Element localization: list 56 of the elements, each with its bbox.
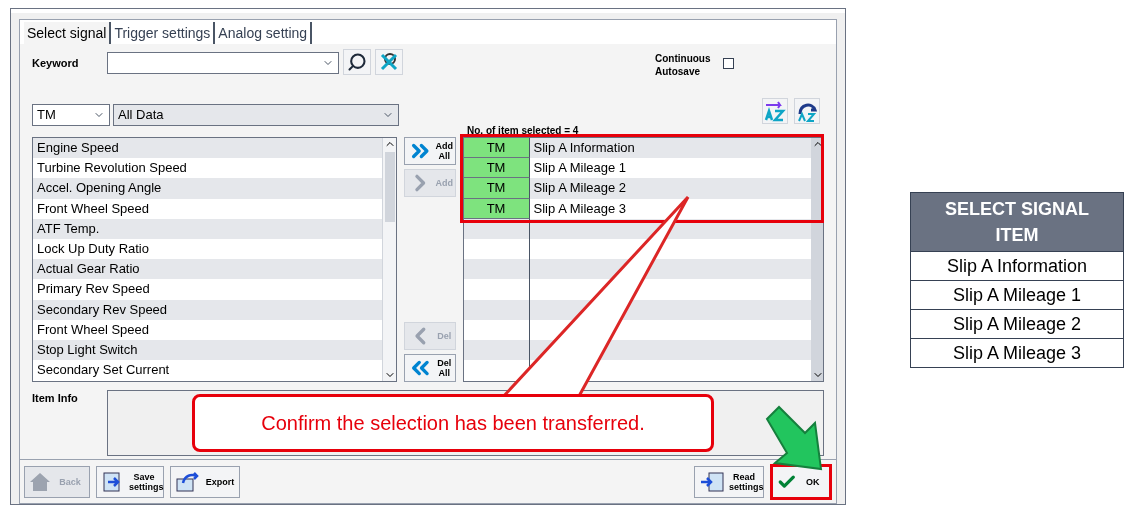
keyword-field[interactable] xyxy=(107,52,339,74)
callout: Confirm the selection has been transferred. xyxy=(192,394,714,452)
selected-signal-item[interactable]: Slip A Mileage 1 xyxy=(529,158,811,179)
signal-list-item[interactable]: Primary Rev Speed xyxy=(33,279,383,300)
scrollbar-thumb[interactable] xyxy=(384,152,395,222)
sort-ascending-button[interactable] xyxy=(762,98,788,124)
tab[interactable]: Trigger settings xyxy=(111,22,216,44)
selected-signal-item[interactable]: Slip A Mileage 2 xyxy=(529,178,811,199)
scrollbar[interactable] xyxy=(811,138,823,381)
transfer-button[interactable]: Add All xyxy=(403,137,456,165)
clear-search-icon xyxy=(379,52,399,72)
scrollbar[interactable] xyxy=(382,138,397,381)
signal-list-item[interactable]: Actual Gear Ratio xyxy=(33,259,383,280)
system-cell: TM xyxy=(463,158,530,179)
search-button[interactable] xyxy=(343,49,371,75)
signal-list-item[interactable]: ATF Temp. xyxy=(33,218,383,239)
table-cell: Slip A Mileage 2 xyxy=(911,309,1123,338)
table-cell: Slip A Information xyxy=(911,251,1123,280)
table-cell: Slip A Mileage 1 xyxy=(911,280,1123,309)
tab[interactable]: Select signal xyxy=(24,22,112,44)
signal-list-item[interactable]: Front Wheel Speed xyxy=(33,198,383,219)
category-dropdown[interactable]: TM xyxy=(32,104,110,126)
system-cell: TM xyxy=(463,198,530,219)
signal-list-item[interactable]: Secondary Set Current xyxy=(33,360,383,381)
selected-signal-item[interactable]: Slip A Mileage 3 xyxy=(529,198,811,219)
table-header: SELECT SIGNAL ITEM xyxy=(911,193,1123,251)
autosave-checkbox[interactable] xyxy=(723,58,734,69)
signal-list-item[interactable]: Lock Up Duty Ratio xyxy=(33,238,383,260)
field-label: Keyword xyxy=(32,56,80,71)
selection-count: No. of item selected = 4 xyxy=(467,124,579,136)
system-cell: TM xyxy=(463,138,530,159)
export-icon xyxy=(175,470,201,493)
signal-list-item[interactable]: Front Wheel Speed xyxy=(33,319,383,340)
footer-button[interactable]: Save settings xyxy=(96,465,164,498)
tab[interactable]: Analog setting xyxy=(215,22,313,44)
signal-list-item[interactable]: Accel. Opening Angle xyxy=(33,178,383,199)
checkbox-label: Continuous Autosave xyxy=(655,52,712,78)
signal-list-item[interactable]: Secondary Rev Speed xyxy=(33,299,383,320)
filter-dropdown[interactable]: All Data xyxy=(113,104,399,126)
signal-list-item[interactable]: Stop Light Switch xyxy=(33,339,383,361)
search-icon xyxy=(347,52,367,72)
transfer-button[interactable]: Del All xyxy=(403,354,456,382)
sort-reset-button[interactable] xyxy=(794,98,820,124)
field-label: Item Info xyxy=(32,391,79,406)
footer-button[interactable]: Read settings xyxy=(694,465,764,498)
document-arrow-icon xyxy=(699,470,725,493)
footer-button[interactable]: OK xyxy=(770,463,832,500)
selected-signal-item[interactable]: Slip A Information xyxy=(529,138,811,159)
signal-list-item[interactable]: Engine Speed xyxy=(33,138,383,159)
system-cell: TM xyxy=(463,178,530,199)
footer-button[interactable]: Export xyxy=(170,465,240,498)
signal-list-item[interactable]: Turbine Revolution Speed xyxy=(33,158,383,179)
table-cell: Slip A Mileage 3 xyxy=(911,338,1123,367)
sort-az-icon xyxy=(764,100,786,122)
house-icon xyxy=(29,471,51,492)
clear-search-button[interactable] xyxy=(375,49,403,75)
